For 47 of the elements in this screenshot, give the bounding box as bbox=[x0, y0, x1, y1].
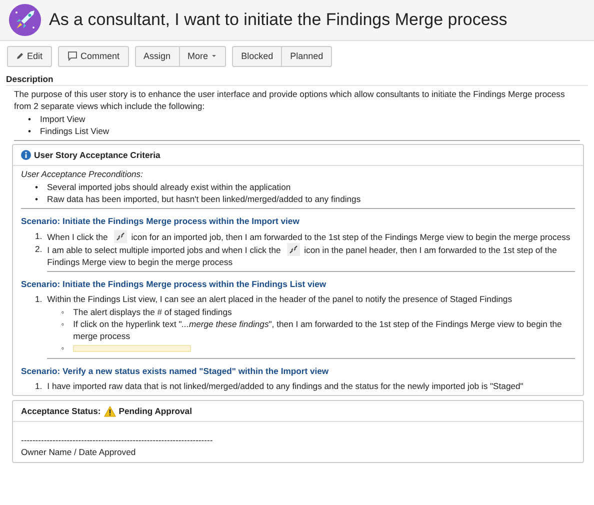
list-item: Raw data has been imported, but hasn't been linked/merged/added to any findings bbox=[47, 192, 361, 205]
list-item: If click on the hyperlink text "...merge these findings", then I am forwarded to the 1st step of the Findings Merge view to begin the merge process bbox=[73, 318, 563, 342]
list-item: When I click the icon for an imported job, then I am forwarded to the 1st step of the Findings Merge view to begin the merge process bbox=[47, 230, 572, 243]
scenario-heading: Scenario: Initiate the Findings Merge process within the Import view bbox=[21, 214, 300, 227]
list-marker: • bbox=[28, 112, 32, 125]
story-title: As a consultant, I want to initiate the Findings Merge process bbox=[49, 10, 508, 30]
info-icon bbox=[21, 150, 31, 160]
list-item: The alert displays the # of staged findings bbox=[73, 306, 232, 318]
list-item: I am able to select multiple imported jobs and when I click the icon in the panel header, then I am forwarded to the 1st step of the Findings Merge view to begin the merge process bbox=[47, 242, 558, 268]
scenario-heading: Scenario: Initiate the Findings Merge process within the Findings List view bbox=[21, 278, 326, 290]
list-item: Import View bbox=[40, 112, 86, 125]
speech-bubble-icon bbox=[66, 51, 78, 62]
signature-line: ------------------------------------------------------------------- bbox=[21, 434, 214, 446]
section-heading: Description bbox=[6, 72, 588, 86]
caret-icon bbox=[211, 54, 218, 58]
list-marker: 2. bbox=[35, 242, 42, 256]
list-marker: 1. bbox=[35, 380, 42, 392]
list-marker: • bbox=[35, 180, 40, 193]
status-value: Pending Approval bbox=[118, 405, 192, 418]
list-marker: ◦ bbox=[61, 306, 66, 318]
toolbar-button[interactable]: More bbox=[180, 46, 226, 67]
panel-heading: User Story Acceptance Criteria bbox=[34, 148, 160, 161]
list-marker: • bbox=[28, 124, 32, 137]
signature-caption: Owner Name / Date Approved bbox=[21, 446, 137, 458]
merge-arrows-icon bbox=[114, 230, 128, 243]
toolbar-button[interactable]: Blocked bbox=[232, 46, 282, 67]
list-marker: 1. bbox=[35, 293, 42, 306]
list-item: Several imported jobs should already exist within the application bbox=[47, 180, 291, 193]
status-label: Acceptance Status: bbox=[21, 405, 101, 418]
list-marker: ◦ bbox=[61, 342, 66, 354]
scenario-heading: Scenario: Verify a new status exists named "Staged" within the Import view bbox=[21, 365, 329, 378]
toolbar-button[interactable]: Edit bbox=[7, 46, 52, 67]
toolbar-button[interactable]: Comment bbox=[58, 46, 129, 67]
list-item: Within the Findings List view, I can see an alert placed in the header of the panel to notify the presence of Staged Findings bbox=[47, 293, 513, 306]
preconditions-label: User Acceptance Preconditions: bbox=[21, 168, 144, 180]
list-marker: ◦ bbox=[61, 318, 66, 332]
merge-arrows-icon bbox=[287, 242, 300, 256]
toolbar-button[interactable]: Assign bbox=[134, 46, 180, 67]
list-marker: 1. bbox=[35, 230, 42, 243]
list-item: I have imported raw data that is not linked/merged/added to any findings and the status for the newly imported job is "Staged" bbox=[47, 380, 524, 392]
pencil-icon bbox=[16, 52, 24, 60]
toolbar-button[interactable]: Planned bbox=[282, 46, 332, 67]
rocket-avatar-icon bbox=[8, 3, 42, 37]
list-item: Findings List View bbox=[40, 124, 110, 137]
warning-icon bbox=[104, 406, 116, 417]
list-marker: • bbox=[35, 192, 40, 205]
description-text: The purpose of this user story is to enhance the user interface and provide options which allow consultants to initiate the Findings Merge process from 2 separate views which include the following: bbox=[14, 88, 566, 112]
